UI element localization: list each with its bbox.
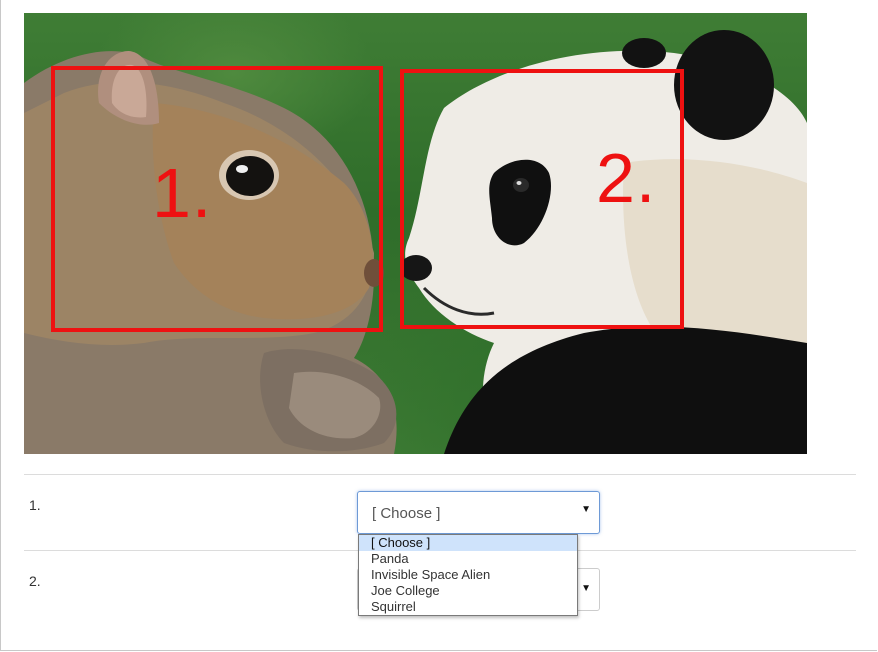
dropdown-option[interactable]: Joe College (359, 583, 577, 599)
chevron-down-icon: ▼ (581, 504, 591, 515)
question-1-select[interactable]: [ Choose ] ▼ (357, 491, 600, 534)
dropdown-option[interactable]: Panda (359, 551, 577, 567)
divider-top (24, 474, 856, 475)
animal-photo: 1. 2. (24, 13, 807, 454)
question-1-select-value: [ Choose ] (372, 505, 441, 522)
dropdown-option[interactable]: [ Choose ] (359, 535, 577, 551)
dropdown-option[interactable]: Squirrel (359, 599, 577, 615)
box-1-label: 1. (152, 154, 213, 232)
dropdown-option[interactable]: Invisible Space Alien (359, 567, 577, 583)
chevron-down-icon: ▼ (581, 583, 591, 594)
box-2-label: 2. (596, 139, 657, 217)
box-1 (51, 66, 383, 332)
question-2-label: 2. (29, 573, 41, 589)
question-1-label: 1. (29, 497, 41, 513)
question-1-dropdown-list: [ Choose ] Panda Invisible Space Alien J… (358, 534, 578, 616)
